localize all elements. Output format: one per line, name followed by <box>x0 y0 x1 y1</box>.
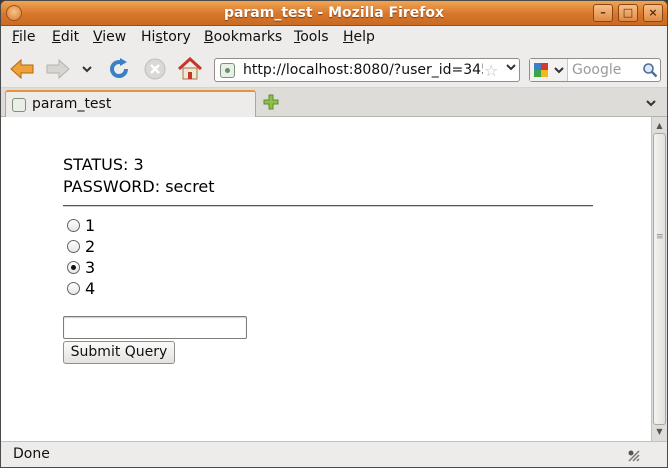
horizontal-rule <box>63 205 593 207</box>
password-text: PASSWORD: secret <box>63 177 215 196</box>
search-input[interactable]: Google <box>572 62 621 78</box>
radio-option-4[interactable]: 4 <box>67 278 95 298</box>
navigation-toolbar: http://localhost:8080/?user_id=3455 ☆ Go… <box>1 50 667 88</box>
history-dropdown-icon[interactable] <box>77 57 97 81</box>
menu-help[interactable]: Help <box>343 29 375 45</box>
browser-window: param_test - Mozilla Firefox – □ × File … <box>0 0 668 468</box>
menu-history-pre: Hi <box>141 29 156 45</box>
scrollbar-thumb[interactable] <box>653 133 666 425</box>
scroll-up-arrow-icon[interactable]: ▲ <box>653 119 666 133</box>
menu-file[interactable]: File <box>12 29 35 45</box>
search-icon[interactable] <box>642 62 658 82</box>
radio-option-2[interactable]: 2 <box>67 236 95 256</box>
new-tab-plus-icon[interactable] <box>263 94 279 114</box>
radio-option-3[interactable]: 3 <box>67 257 95 277</box>
google-icon <box>534 63 564 77</box>
menu-tools[interactable]: Tools <box>294 29 329 45</box>
menu-help-mnemonic: H <box>343 29 354 45</box>
minimize-icon[interactable]: – <box>593 4 613 22</box>
tab-label: param_test <box>32 96 112 112</box>
menu-history[interactable]: History <box>141 29 191 45</box>
menu-history-rest: tory <box>162 29 191 45</box>
radio-label: 3 <box>85 257 96 277</box>
title-bar: param_test - Mozilla Firefox – □ × <box>1 1 667 26</box>
stop-icon[interactable] <box>142 57 168 81</box>
menu-bar: File Edit View History Bookmarks Tools H… <box>1 26 667 50</box>
search-bar[interactable]: Google <box>529 58 661 82</box>
reload-icon[interactable] <box>106 57 132 81</box>
status-bar-text: Done <box>13 446 50 462</box>
menu-bookmarks-mnemonic: B <box>204 29 214 45</box>
query-text-input[interactable] <box>63 316 247 339</box>
menu-edit-rest: dit <box>60 29 80 45</box>
home-icon[interactable] <box>177 57 203 81</box>
menu-tools-rest: ools <box>300 29 329 45</box>
tab-bar: param_test <box>1 88 667 117</box>
menu-help-rest: elp <box>353 29 375 45</box>
radio-label: 2 <box>85 236 96 256</box>
radio-label: 4 <box>85 278 96 298</box>
status-text: STATUS: 3 <box>63 155 144 174</box>
menu-view-rest: iew <box>102 29 127 45</box>
menu-view[interactable]: View <box>93 29 126 45</box>
menu-file-rest: ile <box>19 29 36 45</box>
status-bar: Done <box>1 441 667 467</box>
tab-param-test[interactable]: param_test <box>5 90 256 117</box>
radio-button[interactable] <box>67 281 80 295</box>
tab-list-chevron-down-icon[interactable] <box>645 97 657 111</box>
site-identity-icon[interactable] <box>220 63 235 78</box>
radio-button[interactable] <box>67 218 80 232</box>
radio-option-1[interactable]: 1 <box>67 215 95 235</box>
close-icon[interactable]: × <box>643 4 663 22</box>
search-engine-selector[interactable] <box>530 59 568 81</box>
menu-file-mnemonic: F <box>12 29 20 45</box>
menu-history-mnemonic: s <box>155 29 163 45</box>
page-content: STATUS: 3 PASSWORD: secret 1 2 3 4 Submi… <box>1 117 651 441</box>
radio-label: 1 <box>85 215 96 235</box>
forward-arrow-icon[interactable] <box>45 57 71 81</box>
submit-query-button[interactable]: Submit Query <box>63 341 175 364</box>
address-bar[interactable]: http://localhost:8080/?user_id=3455 ☆ <box>214 58 520 82</box>
vertical-scrollbar[interactable]: ▲ ▼ <box>651 117 667 441</box>
page-favicon-icon <box>12 98 26 112</box>
bookmark-star-icon[interactable]: ☆ <box>484 61 498 80</box>
maximize-icon[interactable]: □ <box>618 4 638 22</box>
resize-grip-icon[interactable] <box>625 447 641 467</box>
url-dropdown-icon[interactable] <box>505 62 517 75</box>
url-input[interactable]: http://localhost:8080/?user_id=3455 <box>243 62 483 78</box>
menu-bookmarks[interactable]: Bookmarks <box>204 29 282 45</box>
radio-button[interactable] <box>67 239 80 253</box>
back-arrow-icon[interactable] <box>9 57 35 81</box>
radio-button-checked[interactable] <box>67 260 80 274</box>
menu-view-mnemonic: V <box>93 29 103 45</box>
menu-edit-mnemonic: E <box>52 29 61 45</box>
menu-bookmarks-rest: ookmarks <box>213 29 283 45</box>
menu-edit[interactable]: Edit <box>52 29 79 45</box>
window-title: param_test - Mozilla Firefox <box>223 5 445 21</box>
scroll-down-arrow-icon[interactable]: ▼ <box>653 425 666 439</box>
